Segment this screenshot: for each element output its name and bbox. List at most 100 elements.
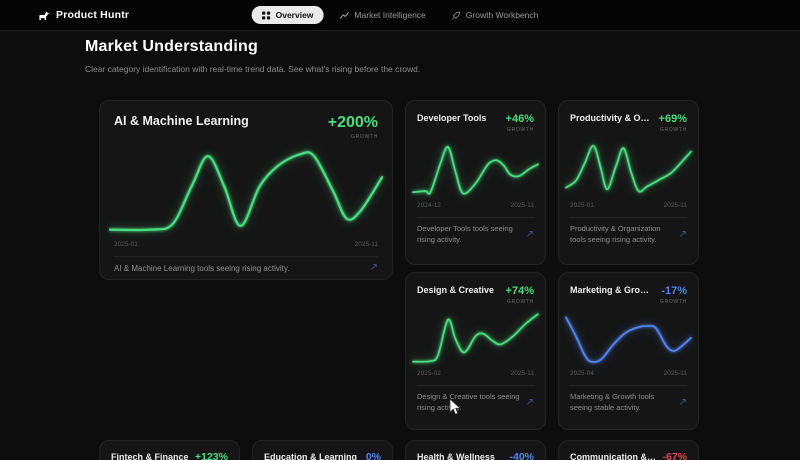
axis-start: 2025-01 xyxy=(114,241,138,248)
category-card-communication[interactable]: Communication & C... -67% xyxy=(558,440,699,460)
card-header: Health & Wellness -40% xyxy=(417,452,534,460)
growth-value: +69% xyxy=(659,113,687,125)
growth-label: GROWTH xyxy=(328,134,378,140)
card-title: AI & Machine Learning xyxy=(114,114,249,128)
card-description: AI & Machine Learning tools seeing risin… xyxy=(114,263,364,275)
x-axis: 2025-01 2025-11 xyxy=(114,241,378,248)
brand[interactable]: Product Huntr xyxy=(37,0,129,30)
growth-value: +74% xyxy=(506,285,534,297)
card-footer: Productivity & Organization tools seeing… xyxy=(570,224,687,246)
category-card-health-wellness[interactable]: Health & Wellness -40% xyxy=(405,440,546,460)
divider xyxy=(417,385,534,386)
open-arrow-icon[interactable]: ↗ xyxy=(370,263,378,273)
card-header: Productivity & Orga... +69% GROWTH xyxy=(570,113,687,133)
growth-label: GROWTH xyxy=(660,299,687,305)
growth-value: -40% xyxy=(509,452,534,460)
grid-icon xyxy=(262,11,271,20)
main-nav: Overview Market Intelligence Growth Work… xyxy=(252,0,549,30)
tab-label: Overview xyxy=(276,10,314,20)
brand-name: Product Huntr xyxy=(56,9,129,21)
trend-sparkline xyxy=(566,312,691,366)
card-header: Developer Tools +46% GROWTH xyxy=(417,113,534,133)
card-description: Developer Tools tools seeing rising acti… xyxy=(417,224,520,246)
tab-overview[interactable]: Overview xyxy=(252,6,324,24)
trend-sparkline xyxy=(413,140,538,198)
category-card-ai-machine-learning[interactable]: AI & Machine Learning +200% GROWTH 2025-… xyxy=(99,100,393,280)
x-axis: 2025-02 2025-11 xyxy=(417,370,534,377)
growth-value: +200% xyxy=(328,114,378,132)
card-header: Fintech & Finance +123% xyxy=(111,452,228,460)
growth-stat: +74% GROWTH xyxy=(506,285,534,305)
card-title: Communication & C... xyxy=(570,452,656,460)
trend-sparkline xyxy=(110,145,382,237)
growth-stat: -67% xyxy=(662,452,687,460)
axis-start: 2024-12 xyxy=(417,202,441,209)
category-card-education-learning[interactable]: Education & Learning 0% xyxy=(252,440,393,460)
growth-label: GROWTH xyxy=(506,127,534,133)
growth-label: GROWTH xyxy=(659,127,687,133)
growth-label: GROWTH xyxy=(506,299,534,305)
growth-stat: +200% GROWTH xyxy=(328,114,378,140)
axis-end: 2025-11 xyxy=(664,370,687,377)
growth-stat: -40% xyxy=(509,452,534,460)
category-card-fintech-finance[interactable]: Fintech & Finance +123% xyxy=(99,440,240,460)
open-arrow-icon[interactable]: ↗ xyxy=(679,398,687,408)
card-footer: AI & Machine Learning tools seeing risin… xyxy=(114,263,378,275)
open-arrow-icon[interactable]: ↗ xyxy=(526,230,534,240)
category-card-developer-tools[interactable]: Developer Tools +46% GROWTH 2024-12 2025… xyxy=(405,100,546,265)
axis-start: 2025-04 xyxy=(570,370,594,377)
card-header: AI & Machine Learning +200% GROWTH xyxy=(114,114,378,140)
top-bar: Product Huntr Overview Market Intelligen… xyxy=(0,0,800,31)
divider xyxy=(417,217,534,218)
rocket-icon xyxy=(452,11,461,20)
axis-start: 2025-01 xyxy=(570,202,594,209)
page-subtitle: Clear category identification with real-… xyxy=(85,64,420,74)
growth-value: +46% xyxy=(506,113,534,125)
divider xyxy=(114,256,378,257)
x-axis: 2024-12 2025-11 xyxy=(417,202,534,209)
axis-end: 2025-11 xyxy=(511,202,534,209)
card-header: Design & Creative +74% GROWTH xyxy=(417,285,534,305)
axis-start: 2025-02 xyxy=(417,370,441,377)
growth-value: -17% xyxy=(660,285,687,297)
page-title: Market Understanding xyxy=(85,38,258,56)
category-card-productivity-organization[interactable]: Productivity & Orga... +69% GROWTH 2025-… xyxy=(558,100,699,265)
card-footer: Design & Creative tools seeing rising ac… xyxy=(417,392,534,414)
axis-end: 2025-11 xyxy=(664,202,687,209)
category-card-design-creative[interactable]: Design & Creative +74% GROWTH 2025-02 20… xyxy=(405,272,546,430)
growth-stat: +69% GROWTH xyxy=(659,113,687,133)
category-card-marketing-growth[interactable]: Marketing & Growth -17% GROWTH 2025-04 2… xyxy=(558,272,699,430)
card-footer: Marketing & Growth tools seeing stable a… xyxy=(570,392,687,414)
growth-value: -67% xyxy=(662,452,687,460)
card-title: Health & Wellness xyxy=(417,452,495,460)
card-header: Communication & C... -67% xyxy=(570,452,687,460)
card-description: Productivity & Organization tools seeing… xyxy=(570,224,673,246)
card-title: Fintech & Finance xyxy=(111,452,189,460)
growth-value: 0% xyxy=(366,452,381,460)
growth-stat: +123% xyxy=(195,452,228,460)
card-title: Design & Creative xyxy=(417,285,494,295)
open-arrow-icon[interactable]: ↗ xyxy=(526,398,534,408)
tab-market-intelligence[interactable]: Market Intelligence xyxy=(329,6,435,24)
tab-label: Growth Workbench xyxy=(466,10,539,20)
card-title: Marketing & Growth xyxy=(570,285,654,295)
growth-value: +123% xyxy=(195,452,228,460)
card-header: Marketing & Growth -17% GROWTH xyxy=(570,285,687,305)
trend-line-icon xyxy=(339,11,349,20)
app-root: Product Huntr Overview Market Intelligen… xyxy=(0,0,800,460)
card-footer: Developer Tools tools seeing rising acti… xyxy=(417,224,534,246)
card-header: Education & Learning 0% xyxy=(264,452,381,460)
growth-stat: +46% GROWTH xyxy=(506,113,534,133)
divider xyxy=(570,385,687,386)
card-description: Design & Creative tools seeing rising ac… xyxy=(417,392,520,414)
dog-logo-icon xyxy=(37,9,50,22)
x-axis: 2025-01 2025-11 xyxy=(570,202,687,209)
divider xyxy=(570,217,687,218)
axis-end: 2025-11 xyxy=(511,370,534,377)
tab-label: Market Intelligence xyxy=(354,10,425,20)
tab-growth-workbench[interactable]: Growth Workbench xyxy=(442,6,549,24)
growth-stat: 0% xyxy=(366,452,381,460)
card-title: Education & Learning xyxy=(264,452,357,460)
card-title: Productivity & Orga... xyxy=(570,113,653,123)
open-arrow-icon[interactable]: ↗ xyxy=(679,230,687,240)
